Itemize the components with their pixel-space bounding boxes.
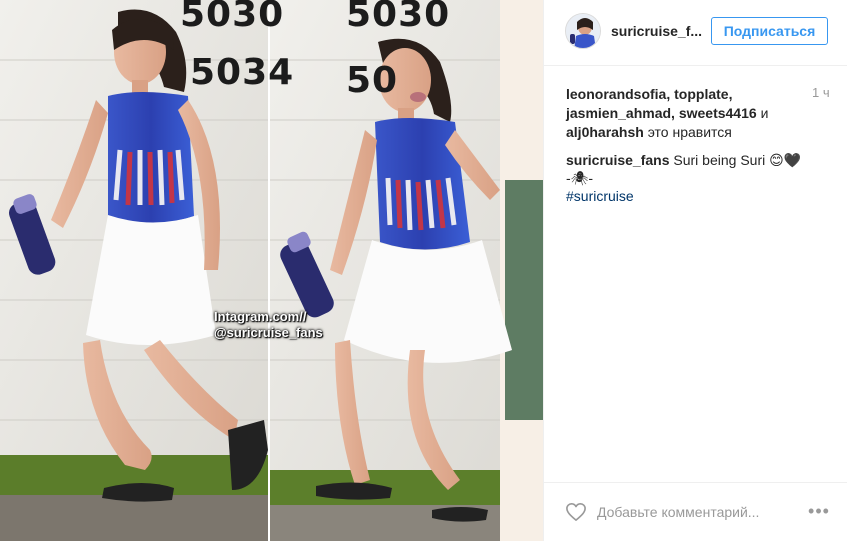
heart-outline-icon[interactable] [565,502,587,522]
house-number: 50 [346,60,399,101]
caption-text: Suri being Suri 😊🖤 [673,152,802,168]
username-link[interactable]: suricruise_f... [611,23,702,39]
avatar[interactable] [565,13,601,49]
likes-suffix: это нравится [647,124,732,140]
house-number: 5030 [180,0,285,35]
follow-button[interactable]: Подписаться [711,17,828,45]
post-header: suricruise_f... Подписаться [544,0,847,66]
comment-bar: ••• [544,482,847,541]
caption-username[interactable]: suricruise_fans [566,152,670,168]
post-caption: suricruise_fans Suri being Suri 😊🖤 -🕷- #… [566,151,826,205]
house-number: 5030 [346,0,451,35]
photo-watermark: Intagram.com// @suricruise_fans [214,309,323,341]
avatar-image [566,14,600,48]
liked-by-user-last[interactable]: alj0harahsh [566,124,644,140]
comment-input[interactable] [597,500,797,524]
post-photo[interactable]: 5030 5034 5030 50 Intagram.com// @suricr… [0,0,543,541]
more-options-icon[interactable]: ••• [806,501,832,523]
watermark-line: Intagram.com// [214,309,307,324]
likes-conjunction: и [760,105,769,121]
liked-by-users[interactable]: leonorandsofia, topplate, jasmien_ahmad,… [566,86,757,121]
post-time[interactable]: 1 ч [812,85,830,100]
likes-summary: leonorandsofia, topplate, jasmien_ahmad,… [566,85,806,142]
post-details-panel: suricruise_f... Подписаться leonorandsof… [543,0,847,541]
house-number: 5034 [190,52,295,93]
caption-line2: -🕷- [566,170,594,186]
hashtag-link[interactable]: #suricruise [566,187,826,205]
watermark-line: @suricruise_fans [214,325,323,340]
